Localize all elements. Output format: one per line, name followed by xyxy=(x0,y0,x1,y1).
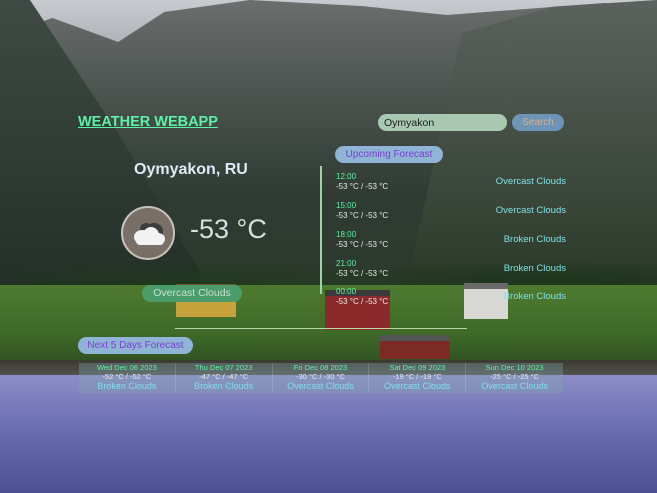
daily-forecast: Wed Dec 06 2023 -52 °C / -52 °C Broken C… xyxy=(79,363,563,393)
day-temp: -47 °C / -47 °C xyxy=(199,372,249,381)
search-button[interactable]: Search xyxy=(512,114,564,131)
day-desc: Overcast Clouds xyxy=(287,381,354,391)
day-card: Fri Dec 08 2023 -30 °C / -30 °C Overcast… xyxy=(272,363,370,393)
day-desc: Broken Clouds xyxy=(97,381,157,391)
hourly-time: 12:00 xyxy=(336,172,357,181)
hourly-time: 00:00 xyxy=(336,287,357,296)
current-description: Overcast Clouds xyxy=(142,285,242,302)
day-temp: -25 °C / -25 °C xyxy=(490,372,540,381)
day-date: Sun Dec 10 2023 xyxy=(485,363,544,372)
hourly-temp: -53 °C / -53 °C xyxy=(336,269,389,278)
current-temperature: -53 °C xyxy=(190,214,267,244)
upcoming-forecast-label: Upcoming Forecast xyxy=(335,146,443,163)
hourly-desc: Overcast Clouds xyxy=(495,205,566,216)
search-input[interactable] xyxy=(378,114,507,131)
day-date: Fri Dec 08 2023 xyxy=(293,363,348,372)
day-date: Thu Dec 07 2023 xyxy=(194,363,253,372)
day-desc: Overcast Clouds xyxy=(384,381,451,391)
current-city: Oymyakon, RU xyxy=(134,161,248,178)
day-card: Sat Dec 09 2023 -19 °C / -19 °C Overcast… xyxy=(369,363,467,393)
day-temp: -19 °C / -19 °C xyxy=(392,372,442,381)
hourly-desc: Broken Clouds xyxy=(503,234,566,245)
day-temp: -52 °C / -52 °C xyxy=(102,372,152,381)
hourly-row: 15:00 -53 °C / -53 °C Overcast Clouds xyxy=(336,201,566,225)
hourly-temp: -53 °C / -53 °C xyxy=(336,211,389,220)
hourly-row: 12:00 -53 °C / -53 °C Overcast Clouds xyxy=(336,172,566,196)
hourly-desc: Broken Clouds xyxy=(503,291,566,302)
app-title[interactable]: WEATHER WEBAPP xyxy=(78,114,218,130)
hourly-row: 00:00 -53 °C / -53 °C Broken Clouds xyxy=(336,287,566,311)
hourly-temp: -53 °C / -53 °C xyxy=(336,240,389,249)
day-desc: Broken Clouds xyxy=(194,381,254,391)
hourly-time: 21:00 xyxy=(336,259,357,268)
day-temp: -30 °C / -30 °C xyxy=(296,372,345,381)
hourly-temp: -53 °C / -53 °C xyxy=(336,182,389,191)
day-card: Sun Dec 10 2023 -25 °C / -25 °C Overcast… xyxy=(466,363,563,393)
weather-icon-badge xyxy=(121,206,175,260)
hourly-time: 15:00 xyxy=(336,201,357,210)
divider-vertical xyxy=(320,166,322,294)
hourly-row: 18:00 -53 °C / -53 °C Broken Clouds xyxy=(336,230,566,254)
cloud-icon xyxy=(134,223,165,245)
next-days-label: Next 5 Days Forecast xyxy=(78,337,193,354)
hourly-temp: -53 °C / -53 °C xyxy=(336,297,389,306)
hourly-desc: Overcast Clouds xyxy=(495,176,566,187)
day-desc: Overcast Clouds xyxy=(481,381,548,391)
day-date: Wed Dec 06 2023 xyxy=(96,363,157,372)
hourly-time: 18:00 xyxy=(336,230,357,239)
hourly-row: 21:00 -53 °C / -53 °C Broken Clouds xyxy=(336,259,566,283)
hourly-desc: Broken Clouds xyxy=(503,263,566,274)
divider-horizontal xyxy=(175,328,467,329)
day-card: Wed Dec 06 2023 -52 °C / -52 °C Broken C… xyxy=(79,363,176,393)
day-card: Thu Dec 07 2023 -47 °C / -47 °C Broken C… xyxy=(175,363,273,393)
day-date: Sat Dec 09 2023 xyxy=(389,363,446,372)
